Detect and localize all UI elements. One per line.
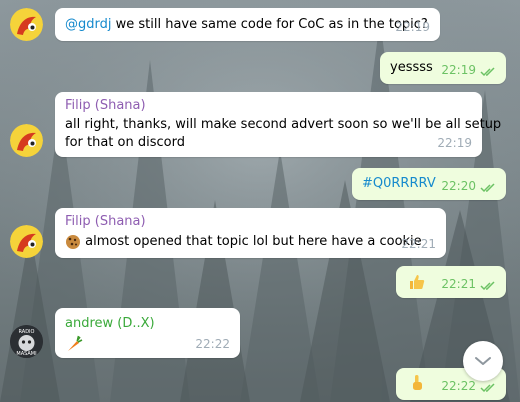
avatar-filip[interactable]	[10, 124, 43, 157]
message-text: we still have same code for CoC as in th…	[115, 17, 428, 32]
avatar-text-top: RADIO	[19, 329, 35, 335]
message-time: 22:22	[195, 337, 230, 351]
double-check-icon	[480, 383, 495, 393]
pointing-up-emoji	[413, 375, 422, 390]
scroll-down-button[interactable]	[463, 341, 503, 381]
sender-name[interactable]: Filip (Shana)	[65, 98, 146, 114]
message-time: 22:21	[441, 277, 476, 291]
message-incoming[interactable]: Filip (Shana) almost opened that topic l…	[55, 208, 446, 258]
message-time: 22:20	[441, 179, 476, 193]
message-text: almost opened that topic lol but here ha…	[85, 234, 422, 249]
message-time: 22:19	[441, 63, 476, 77]
avatar-text-bottom: MASAMI	[16, 351, 36, 357]
message-time: 22:19	[437, 136, 472, 150]
message-text: all right, thanks, will make second adve…	[65, 117, 502, 132]
hashtag-link[interactable]: #Q0RRRRV	[362, 175, 436, 193]
message-outgoing[interactable]: 22:21	[396, 266, 506, 298]
message-incoming[interactable]: andrew (D..X) 22:22	[55, 308, 240, 358]
message-incoming[interactable]: Filip (Shana) all right, thanks, will ma…	[55, 92, 501, 157]
message-outgoing[interactable]: #Q0RRRRV 22:20	[352, 168, 506, 200]
double-check-icon	[480, 183, 495, 193]
message-text: for that on discord	[65, 135, 185, 150]
sender-name[interactable]: andrew (D..X)	[65, 316, 155, 332]
sender-name[interactable]: Filip (Shana)	[65, 214, 146, 230]
cookie-emoji	[66, 234, 80, 249]
message-time: 22:19	[395, 20, 430, 34]
message-text: yessss	[390, 60, 433, 75]
message-outgoing[interactable]: yessss 22:19	[380, 52, 506, 84]
double-check-icon	[480, 67, 495, 77]
mention-link[interactable]: @gdrdj	[65, 17, 111, 32]
avatar-andrew[interactable]: RADIO MASAMI	[10, 325, 43, 358]
chevron-down-icon	[475, 357, 491, 365]
double-check-icon	[480, 281, 495, 291]
avatar-filip[interactable]	[10, 225, 43, 258]
thumbs-up-emoji	[410, 275, 425, 289]
avatar-filip[interactable]	[10, 8, 43, 41]
carrot-emoji	[68, 335, 83, 351]
message-time: 22:21	[401, 237, 436, 251]
message-time: 22:22	[441, 379, 476, 393]
message-incoming[interactable]: @gdrdj we still have same code for CoC a…	[55, 8, 440, 41]
